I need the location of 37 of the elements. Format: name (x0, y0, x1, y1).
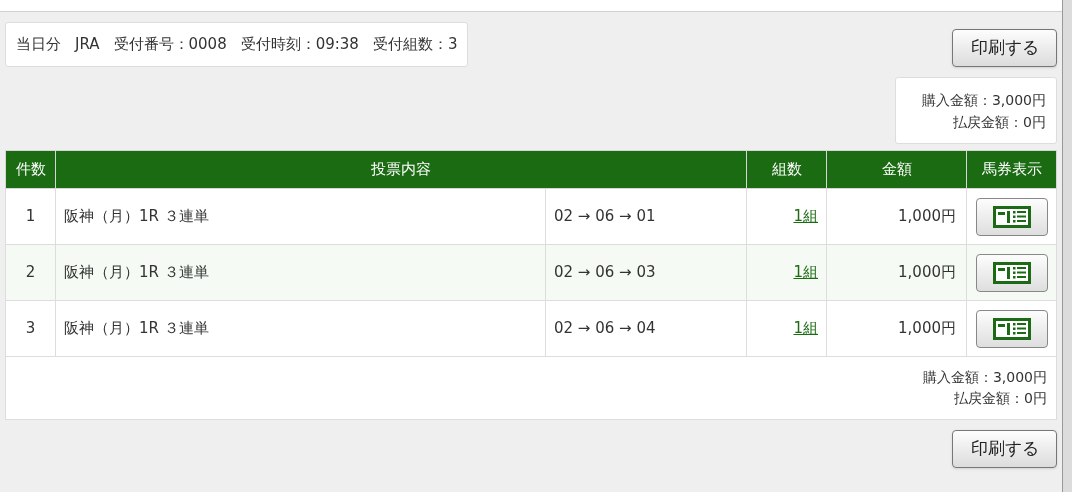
column-header: 件数 (5, 150, 56, 189)
receipt-info-text: 受付組数：3 (372, 34, 458, 56)
ticket-view-button[interactable] (975, 253, 1048, 292)
table-cell: 阪神（月）1R ３連単 (55, 244, 546, 301)
column-header: 金額 (826, 150, 967, 189)
purchase-amount-text: 購入金額：3,000円 (921, 90, 1046, 110)
table-cell: 阪神（月）1R ３連単 (55, 188, 546, 245)
ticket-icon (992, 317, 1031, 340)
table-cell: 1,000円 (826, 244, 967, 301)
receipt-info-text: 受付番号：0008 (113, 34, 227, 56)
table-cell: 阪神（月）1R ３連単 (55, 300, 546, 357)
print-button[interactable]: 印刷する (952, 29, 1057, 67)
ticket-icon (992, 205, 1031, 228)
ticket-view-button[interactable] (975, 197, 1048, 236)
sets-link[interactable]: 1組 (793, 263, 818, 282)
column-header: 馬券表示 (966, 150, 1057, 189)
ticket-view-button[interactable] (975, 309, 1048, 348)
table-cell: 1,000円 (826, 300, 967, 357)
purchase-amount-text: 購入金額：3,000円 (922, 368, 1047, 387)
table-cell: 2 (5, 244, 56, 301)
column-header: 組数 (746, 150, 827, 189)
receipt-info-text: 受付時刻：09:38 (240, 34, 359, 56)
refund-amount-text: 払戻金額：0円 (954, 389, 1047, 408)
receipt-info-text: JRA (75, 34, 100, 56)
ticket-icon (992, 261, 1031, 284)
table-cell: 02 → 06 → 01 (545, 188, 747, 245)
column-header: 投票内容 (55, 150, 747, 189)
sets-link[interactable]: 1組 (793, 319, 818, 338)
receipt-info-text: 当日分 (16, 34, 61, 56)
table-cell: 3 (5, 300, 56, 357)
table-cell: 1 (5, 188, 56, 245)
table-cell: 1,000円 (826, 188, 967, 245)
sets-link[interactable]: 1組 (793, 207, 818, 226)
print-button[interactable]: 印刷する (952, 430, 1057, 468)
refund-amount-text: 払戻金額：0円 (953, 112, 1046, 132)
table-cell: 02 → 06 → 03 (545, 244, 747, 301)
table-cell: 02 → 06 → 04 (545, 300, 747, 357)
